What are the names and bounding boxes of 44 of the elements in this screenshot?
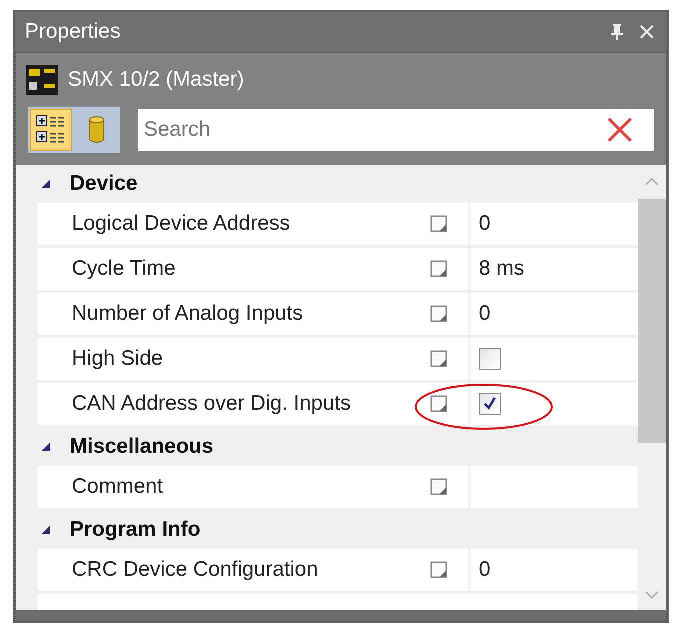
- property-row[interactable]: Cycle Time 8 ms: [38, 248, 638, 290]
- device-name: SMX 10/2 (Master): [68, 67, 244, 94]
- search-field[interactable]: Search: [138, 109, 654, 151]
- category-title: Device: [70, 171, 138, 198]
- property-value[interactable]: 0: [479, 208, 491, 240]
- property-row[interactable]: High Side: [38, 338, 638, 380]
- expander-icon[interactable]: [41, 179, 51, 189]
- view-button[interactable]: [30, 109, 72, 151]
- property-value[interactable]: 0: [479, 554, 491, 586]
- expander-icon[interactable]: [41, 442, 51, 452]
- device-icon: [26, 65, 58, 95]
- edit-icon[interactable]: [430, 395, 448, 413]
- property-row[interactable]: Number of Analog Inputs 0: [38, 293, 638, 335]
- property-name: Cycle Time: [72, 256, 176, 282]
- property-name: Comment: [72, 474, 164, 500]
- cylinder-icon: [88, 115, 106, 145]
- property-name: CRC Device Configuration: [72, 557, 318, 584]
- edit-icon[interactable]: [430, 305, 448, 323]
- checkbox[interactable]: [479, 348, 501, 370]
- property-value[interactable]: 0: [479, 298, 491, 330]
- panel-title: Properties: [25, 19, 122, 46]
- checkmark-icon: [482, 396, 498, 412]
- edit-icon[interactable]: [430, 561, 448, 579]
- property-name: Number of Analog Inputs: [72, 301, 304, 328]
- property-row[interactable]: Comment: [38, 466, 638, 508]
- clear-icon[interactable]: [606, 116, 634, 144]
- scroll-thumb[interactable]: [638, 199, 666, 443]
- checkbox[interactable]: [479, 393, 501, 415]
- property-name: High Side: [72, 346, 164, 372]
- expander-icon[interactable]: [41, 525, 51, 535]
- close-icon[interactable]: [639, 24, 655, 40]
- category-title: Program Info: [70, 517, 201, 544]
- property-value[interactable]: 8 ms: [479, 253, 525, 285]
- pin-icon[interactable]: [609, 23, 625, 41]
- property-row[interactable]: CAN Address over Dig. Inputs: [38, 383, 638, 425]
- edit-icon[interactable]: [430, 215, 448, 233]
- property-row[interactable]: Logical Device Address 0: [38, 203, 638, 245]
- property-name: CAN Address over Dig. Inputs: [72, 391, 351, 418]
- edit-icon[interactable]: [430, 350, 448, 368]
- edit-icon[interactable]: [430, 260, 448, 278]
- edit-icon[interactable]: [430, 478, 448, 496]
- property-name: Logical Device Address: [72, 211, 290, 238]
- property-row[interactable]: CRC Device Configuration 0: [38, 549, 638, 591]
- category-title: Miscellaneous: [70, 434, 214, 460]
